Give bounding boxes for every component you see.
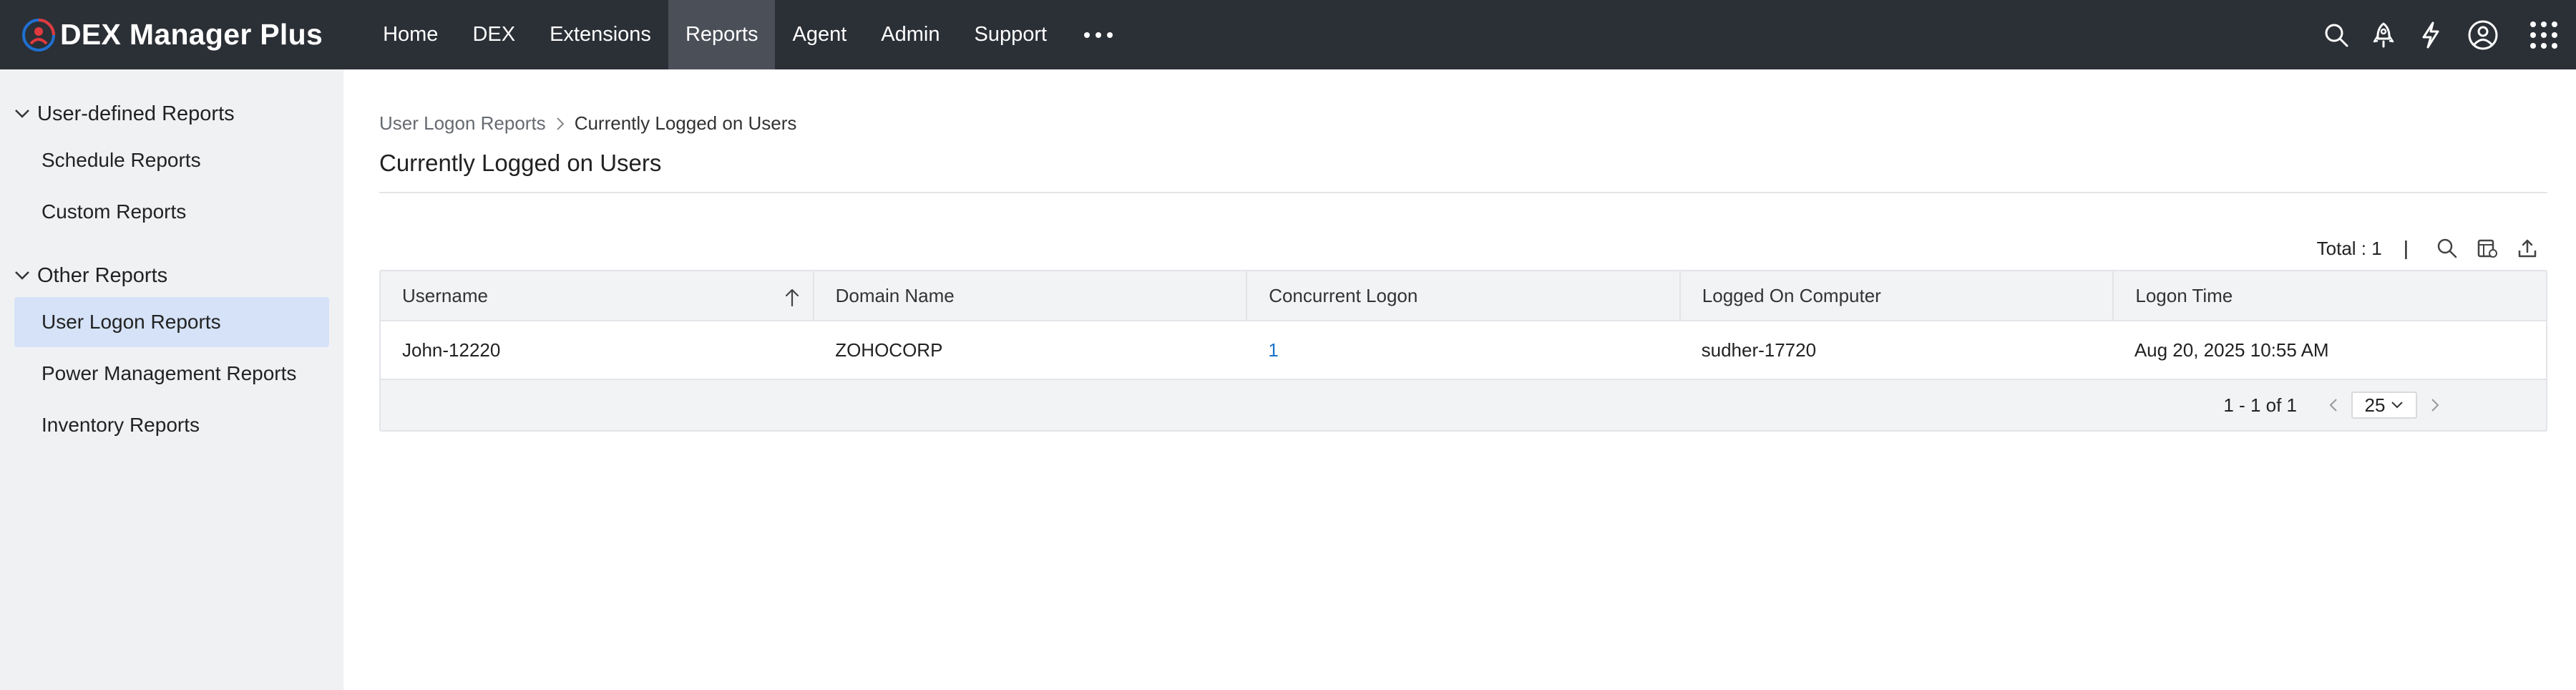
page-title: Currently Logged on Users <box>379 150 662 176</box>
table-row: John-12220 ZOHOCORP 1 sudher-17720 Aug 2… <box>381 321 2546 380</box>
sidebar-group-other-reports[interactable]: Other Reports <box>0 254 343 297</box>
breadcrumb: User Logon Reports Currently Logged on U… <box>379 112 796 135</box>
column-header-logon-time[interactable]: Logon Time <box>2114 271 2546 320</box>
cell-logon-time: Aug 20, 2025 10:55 AM <box>2134 339 2329 361</box>
top-right-icons <box>2313 0 2576 69</box>
search-icon[interactable] <box>2427 234 2467 263</box>
sidebar-item-schedule-reports[interactable]: Schedule Reports <box>14 135 329 185</box>
nav-item-extensions[interactable]: Extensions <box>532 0 668 69</box>
nav-item-home[interactable]: Home <box>366 0 455 69</box>
pagination: 1 - 1 of 1 25 <box>381 380 2546 430</box>
cell-concurrent-logon-link[interactable]: 1 <box>1246 321 1679 379</box>
table-toolbar: Total : 1 | <box>2317 234 2547 263</box>
export-icon[interactable] <box>2507 234 2547 263</box>
cell-username: John-12220 <box>402 339 501 361</box>
sidebar-group-label: Other Reports <box>37 263 168 287</box>
sidebar-group-label: User-defined Reports <box>37 102 235 125</box>
pagination-range: 1 - 1 of 1 <box>2223 394 2297 416</box>
sidebar-item-inventory-reports[interactable]: Inventory Reports <box>14 400 329 450</box>
column-settings-icon[interactable] <box>2467 234 2507 263</box>
sort-ascending-icon[interactable] <box>784 287 800 307</box>
main-nav: Home DEX Extensions Reports Agent Admin … <box>366 0 1133 69</box>
cell-domain-name: ZOHOCORP <box>835 339 943 361</box>
nav-item-dex[interactable]: DEX <box>455 0 532 69</box>
report-table: Username Domain Name Concurrent Logon Lo… <box>379 270 2547 432</box>
column-header-logged-on-computer[interactable]: Logged On Computer <box>1681 271 2114 320</box>
chevron-down-icon <box>15 110 29 118</box>
column-header-concurrent-logon[interactable]: Concurrent Logon <box>1247 271 1681 320</box>
nav-item-reports[interactable]: Reports <box>668 0 776 69</box>
divider <box>379 192 2547 193</box>
toolbar-separator: | <box>2403 237 2409 259</box>
sidebar-item-user-logon-reports[interactable]: User Logon Reports <box>14 297 329 347</box>
lightning-icon[interactable] <box>2407 0 2454 69</box>
rocket-icon[interactable] <box>2360 0 2407 69</box>
chevron-down-icon <box>2391 402 2404 409</box>
app-grid-icon[interactable] <box>2512 0 2576 69</box>
total-count: Total : 1 <box>2316 237 2382 259</box>
sidebar-item-custom-reports[interactable]: Custom Reports <box>14 187 329 237</box>
brand[interactable]: DEX Manager Plus <box>21 0 323 69</box>
cell-logged-on-computer: sudher-17720 <box>1701 339 1817 361</box>
product-logo-icon <box>22 18 55 52</box>
next-page-icon[interactable] <box>2424 394 2446 416</box>
more-icon[interactable] <box>1064 0 1133 69</box>
nav-item-admin[interactable]: Admin <box>864 0 957 69</box>
user-profile-icon[interactable] <box>2454 0 2512 69</box>
breadcrumb-parent-link[interactable]: User Logon Reports <box>379 112 546 135</box>
nav-item-agent[interactable]: Agent <box>775 0 864 69</box>
sidebar: User-defined Reports Schedule Reports Cu… <box>0 69 343 690</box>
chevron-down-icon <box>15 271 29 280</box>
search-icon[interactable] <box>2313 0 2360 69</box>
table-header: Username Domain Name Concurrent Logon Lo… <box>381 271 2546 321</box>
top-navigation-bar: DEX Manager Plus Home DEX Extensions Rep… <box>0 0 2576 69</box>
column-header-domain-name[interactable]: Domain Name <box>814 271 1248 320</box>
sidebar-item-power-management-reports[interactable]: Power Management Reports <box>14 349 329 399</box>
breadcrumb-current: Currently Logged on Users <box>574 112 797 134</box>
sidebar-group-user-defined-reports[interactable]: User-defined Reports <box>0 92 343 135</box>
chevron-right-icon <box>556 117 565 130</box>
app-name: DEX Manager Plus <box>60 18 323 51</box>
per-page-select[interactable]: 25 <box>2351 392 2417 419</box>
nav-item-support[interactable]: Support <box>957 0 1064 69</box>
previous-page-icon[interactable] <box>2323 394 2344 416</box>
column-header-username[interactable]: Username <box>381 271 814 320</box>
